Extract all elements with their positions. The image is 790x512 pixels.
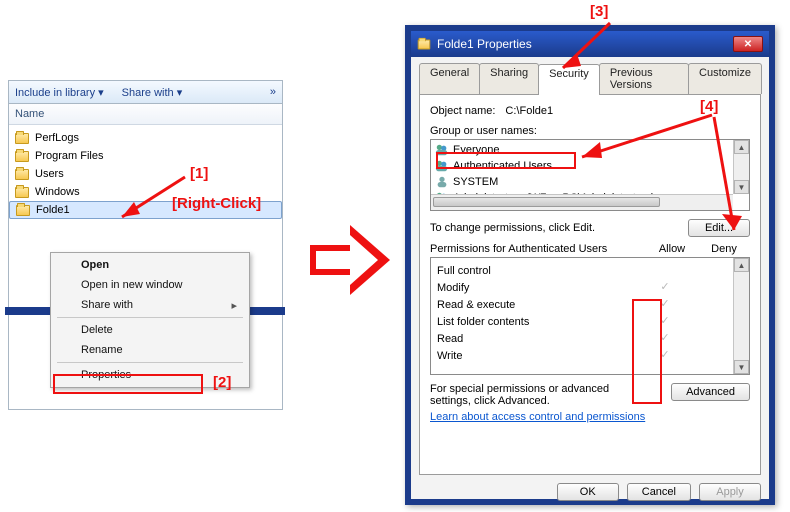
folder-icon bbox=[15, 151, 29, 162]
allow-check: ✓ bbox=[659, 281, 672, 294]
folder-icon bbox=[15, 169, 29, 180]
permission-name: List folder contents bbox=[437, 316, 639, 328]
folder-icon bbox=[15, 133, 29, 144]
object-name-value: C:\Folde1 bbox=[505, 105, 553, 117]
object-name-label: Object name: bbox=[430, 105, 495, 117]
toolbar-more[interactable]: » bbox=[270, 86, 276, 98]
permission-name: Modify bbox=[437, 282, 639, 294]
ok-button[interactable]: OK bbox=[557, 483, 619, 501]
scroll-up-icon[interactable]: ▲ bbox=[734, 258, 749, 272]
big-arrow-icon bbox=[310, 225, 395, 295]
tab-general[interactable]: General bbox=[419, 63, 480, 94]
list-item[interactable]: Program Files bbox=[9, 147, 282, 165]
cancel-button[interactable]: Cancel bbox=[627, 483, 691, 501]
permission-row: Modify ✓ bbox=[437, 279, 743, 296]
ctx-delete[interactable]: Delete bbox=[53, 320, 247, 340]
highlight-properties bbox=[53, 374, 203, 394]
vertical-scrollbar[interactable]: ▲ ▼ bbox=[733, 258, 749, 374]
annotation-2: [2] bbox=[213, 374, 231, 391]
toolbar-share[interactable]: Share with bbox=[122, 86, 183, 99]
tab-sharing[interactable]: Sharing bbox=[479, 63, 539, 94]
special-permissions-text: For special permissions or advanced sett… bbox=[430, 383, 650, 407]
ctx-rename[interactable]: Rename bbox=[53, 340, 247, 360]
permission-name: Full control bbox=[437, 265, 639, 277]
permission-row: Full control bbox=[437, 262, 743, 279]
folder-icon bbox=[16, 205, 30, 216]
permission-name: Write bbox=[437, 350, 639, 362]
advanced-button[interactable]: Advanced bbox=[671, 383, 750, 401]
deny-check bbox=[711, 298, 724, 311]
deny-check bbox=[711, 349, 724, 362]
deny-check bbox=[711, 264, 724, 277]
ctx-open-new-window[interactable]: Open in new window bbox=[53, 275, 247, 295]
scroll-down-icon[interactable]: ▼ bbox=[734, 360, 749, 374]
user-icon bbox=[435, 175, 449, 189]
highlight-allow-column bbox=[632, 299, 662, 404]
folder-icon bbox=[418, 39, 431, 49]
deny-check bbox=[711, 315, 724, 328]
toolbar-include[interactable]: Include in library bbox=[15, 86, 104, 99]
allow-check bbox=[659, 264, 672, 277]
arrow-1 bbox=[110, 172, 190, 227]
folder-icon bbox=[15, 187, 29, 198]
column-header-name[interactable]: Name bbox=[9, 104, 282, 125]
learn-link[interactable]: Learn about access control and permissio… bbox=[430, 411, 645, 423]
file-name: Program Files bbox=[35, 150, 103, 162]
permissions-listbox[interactable]: Full controlModify✓Read & execute✓List f… bbox=[430, 257, 750, 375]
file-name: Windows bbox=[35, 186, 80, 198]
ctx-share-with[interactable]: Share with bbox=[53, 295, 247, 315]
apply-button[interactable]: Apply bbox=[699, 483, 761, 501]
permission-name: Read & execute bbox=[437, 299, 639, 311]
properties-dialog: Folde1 Properties ✕ General Sharing Secu… bbox=[405, 25, 775, 505]
ctx-separator bbox=[57, 362, 243, 363]
file-name: Folde1 bbox=[36, 204, 70, 216]
ctx-separator bbox=[57, 317, 243, 318]
permission-row: Read & execute✓ bbox=[437, 296, 743, 313]
file-name: Users bbox=[35, 168, 64, 180]
list-item[interactable]: PerfLogs bbox=[9, 129, 282, 147]
file-name: PerfLogs bbox=[35, 132, 79, 144]
dialog-buttons: OK Cancel Apply bbox=[419, 475, 761, 501]
group-item-label: SYSTEM bbox=[453, 176, 498, 188]
deny-check bbox=[711, 332, 724, 345]
context-menu: Open Open in new window Share with Delet… bbox=[50, 252, 250, 388]
tab-customize[interactable]: Customize bbox=[688, 63, 762, 94]
explorer-toolbar: Include in library Share with » bbox=[9, 80, 282, 104]
close-button[interactable]: ✕ bbox=[733, 36, 763, 52]
arrow-3 bbox=[555, 18, 625, 78]
dialog-title: Folde1 Properties bbox=[437, 37, 532, 51]
permission-row: List folder contents✓ bbox=[437, 313, 743, 330]
arrow-4 bbox=[562, 112, 752, 252]
permission-row: Write✓ bbox=[437, 347, 743, 364]
highlight-everyone bbox=[436, 152, 576, 169]
ctx-open[interactable]: Open bbox=[53, 255, 247, 275]
permission-name: Read bbox=[437, 333, 639, 345]
permission-row: Read✓ bbox=[437, 330, 743, 347]
annotation-1: [1] bbox=[190, 165, 208, 182]
deny-check bbox=[711, 281, 724, 294]
